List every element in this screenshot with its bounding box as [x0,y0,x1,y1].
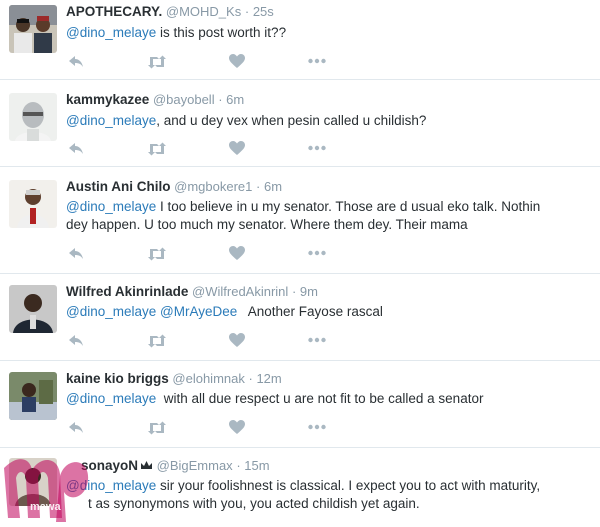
more-icon[interactable] [308,332,326,348]
tweet-text: @dino_melaye with all due respect u are … [66,390,576,408]
tweet-body-line2: dey happen. U too much my senator. Where… [66,217,468,232]
mention-link[interactable]: @dino_melaye [66,391,156,406]
reply-icon[interactable] [68,245,84,261]
tweet-body: is this post worth it?? [156,25,287,40]
tweet-header: Austin Ani Chilo @mgbokere1 · 6m [66,179,282,194]
tweet-item[interactable]: kammykazee @bayobell · 6m @dino_melaye, … [0,80,600,167]
watermark-logo: mawa [0,448,92,522]
separator: · [244,4,250,19]
retweet-icon[interactable] [147,53,167,70]
like-icon[interactable] [229,53,245,69]
mention-link[interactable]: @dino_melaye [66,25,156,40]
tweet-text: @dino_melaye @MrAyeDee Another Fayose ra… [66,303,576,321]
display-name[interactable]: kammykazee [66,92,149,107]
user-handle[interactable]: @BigEmmax [157,458,233,473]
tweet-actions [68,332,348,350]
more-icon[interactable] [308,53,326,69]
tweet-header: kaine kio briggs @elohimnak · 12m [66,371,282,386]
timestamp[interactable]: 9m [300,284,318,299]
like-icon[interactable] [229,245,245,261]
more-icon[interactable] [308,419,326,435]
like-icon[interactable] [229,332,245,348]
avatar[interactable] [9,93,57,141]
avatar[interactable] [9,180,57,228]
reply-icon[interactable] [68,53,84,69]
tweet-actions [68,245,348,263]
display-name[interactable]: Austin Ani Chilo [66,179,171,194]
retweet-icon[interactable] [147,332,167,349]
tweet-header: sonayoN @BigEmmax · 15m [81,458,270,473]
retweet-icon[interactable] [147,140,167,157]
tweet-header: APOTHECARY. @MOHD_Ks · 25s [66,4,274,19]
tweet-body: , and u dey vex when pesin called u chil… [156,113,427,128]
reply-icon[interactable] [68,332,84,348]
display-name[interactable]: Wilfred Akinrinlade [66,284,188,299]
timestamp[interactable]: 6m [264,179,282,194]
tweet-body: with all due respect u are not fit to be… [156,391,484,406]
tweet-text: @dino_melaye is this post worth it?? [66,24,576,42]
display-name[interactable]: kaine kio briggs [66,371,169,386]
separator: · [218,92,223,107]
separator: · [256,179,261,194]
crown-icon [138,458,153,473]
tweet-item[interactable]: kaine kio briggs @elohimnak · 12m @dino_… [0,361,600,448]
display-name[interactable]: APOTHECARY. [66,4,162,19]
avatar[interactable] [9,285,57,333]
user-handle[interactable]: @elohimnak [172,371,244,386]
separator: · [236,458,241,473]
tweet-header: Wilfred Akinrinlade @WilfredAkinrinl · 9… [66,284,318,299]
reply-icon[interactable] [68,419,84,435]
tweet-body: Another Fayose rascal [237,304,383,319]
retweet-icon[interactable] [147,419,167,436]
tweet-actions [68,53,348,71]
timestamp[interactable]: 15m [244,458,269,473]
separator: · [248,371,253,386]
tweet-actions [68,419,348,437]
timestamp[interactable]: 12m [256,371,281,386]
reply-icon[interactable] [68,140,84,156]
tweet-actions [68,140,348,158]
tweet-item[interactable]: APOTHECARY. @MOHD_Ks · 25s @dino_melaye … [0,0,600,80]
svg-text:mawa: mawa [30,501,61,513]
tweet-body: sir your foolishnest is classical. I exp… [156,478,541,493]
user-handle[interactable]: @bayobell [153,92,215,107]
like-icon[interactable] [229,140,245,156]
avatar[interactable] [9,5,57,53]
user-handle[interactable]: @WilfredAkinrinl [192,284,288,299]
more-icon[interactable] [308,245,326,261]
tweet-body-line2: t as synonymons with you, you acted chil… [88,496,420,511]
like-icon[interactable] [229,419,245,435]
tweet-item[interactable]: Wilfred Akinrinlade @WilfredAkinrinl · 9… [0,274,600,361]
mention-link[interactable]: @dino_melaye [66,304,156,319]
timestamp[interactable]: 25s [253,4,274,19]
user-handle[interactable]: @MOHD_Ks [166,4,241,19]
avatar[interactable] [9,372,57,420]
tweet-text: @dino_melaye, and u dey vex when pesin c… [66,112,576,130]
user-handle[interactable]: @mgbokere1 [174,179,252,194]
tweet-body: I too believe in u my senator. Those are… [156,199,541,214]
tweet-item[interactable]: Austin Ani Chilo @mgbokere1 · 6m @dino_m… [0,167,600,274]
more-icon[interactable] [308,140,326,156]
tweet-text: @dino_melaye sir your foolishnest is cla… [66,477,576,513]
tweet-text: @dino_melaye I too believe in u my senat… [66,198,576,234]
mention-link[interactable]: @MrAyeDee [160,304,237,319]
tweet-header: kammykazee @bayobell · 6m [66,92,244,107]
mention-link[interactable]: @dino_melaye [66,113,156,128]
timestamp[interactable]: 6m [226,92,244,107]
mention-link[interactable]: @dino_melaye [66,199,156,214]
separator: · [291,284,297,299]
retweet-icon[interactable] [147,245,167,262]
